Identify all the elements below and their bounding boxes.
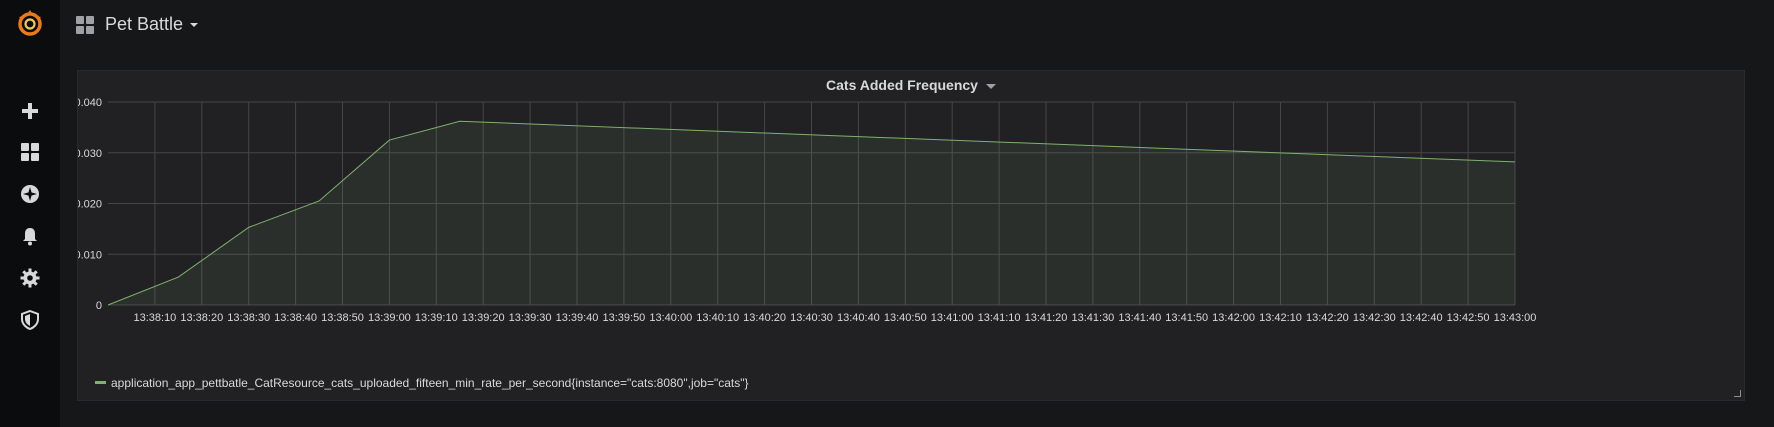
dashboards-grid-icon[interactable] xyxy=(15,137,45,167)
bell-icon[interactable] xyxy=(15,221,45,251)
series-area-fill xyxy=(108,121,1515,305)
x-tick-label: 13:39:10 xyxy=(415,312,458,324)
sidebar xyxy=(0,0,60,427)
x-tick-label: 13:38:20 xyxy=(180,312,223,324)
chevron-down-icon xyxy=(190,23,199,28)
x-tick-label: 13:40:50 xyxy=(884,312,927,324)
chevron-down-icon xyxy=(985,83,996,89)
legend-label: application_app_pettbatle_CatResource_ca… xyxy=(111,376,749,390)
y-tick-label: 0 xyxy=(96,300,102,312)
x-tick-label: 13:40:00 xyxy=(649,312,692,324)
y-tick-label: 0.040 xyxy=(78,97,102,109)
grafana-logo-icon[interactable] xyxy=(15,8,45,38)
graph-canvas: 0 0.010 0.020 0.030 0.040 13:38:10 13:38:20 13:… xyxy=(78,97,1537,324)
x-tick-label: 13:42:30 xyxy=(1353,312,1396,324)
x-tick-label: 13:41:00 xyxy=(931,312,974,324)
x-tick-label: 13:41:10 xyxy=(978,312,1021,324)
x-tick-label: 13:42:50 xyxy=(1447,312,1490,324)
x-tick-label: 13:38:40 xyxy=(274,312,317,324)
x-tick-label: 13:43:00 xyxy=(1494,312,1537,324)
x-tick-label: 13:39:40 xyxy=(556,312,599,324)
y-tick-label: 0.020 xyxy=(78,199,102,211)
y-tick-label: 0.010 xyxy=(78,249,102,261)
x-tick-label: 13:38:30 xyxy=(227,312,270,324)
x-tick-label: 13:40:10 xyxy=(696,312,739,324)
plus-icon[interactable] xyxy=(15,96,45,126)
x-tick-label: 13:42:10 xyxy=(1259,312,1302,324)
x-tick-label: 13:40:20 xyxy=(743,312,786,324)
legend-swatch xyxy=(95,381,106,385)
dashboard-navbar: Pet Battle xyxy=(60,0,1774,52)
legend-item[interactable]: application_app_pettbatle_CatResource_ca… xyxy=(95,376,749,390)
dashboard-title: Pet Battle xyxy=(105,14,184,34)
y-tick-label: 0.030 xyxy=(78,148,102,160)
x-tick-label: 13:41:20 xyxy=(1025,312,1068,324)
shield-icon[interactable] xyxy=(15,305,45,335)
x-tick-label: 13:40:30 xyxy=(790,312,833,324)
gear-icon[interactable] xyxy=(15,263,45,293)
compass-icon[interactable] xyxy=(15,179,45,209)
graph-panel: 0 0.010 0.020 0.030 0.040 13:38:10 13:38:20 13:… xyxy=(77,70,1745,401)
x-tick-label: 13:41:40 xyxy=(1118,312,1161,324)
x-tick-label: 13:39:00 xyxy=(368,312,411,324)
x-tick-label: 13:39:20 xyxy=(462,312,505,324)
x-tick-label: 13:41:50 xyxy=(1165,312,1208,324)
x-tick-label: 13:39:30 xyxy=(509,312,552,324)
panel-title: Cats Added Frequency xyxy=(826,77,978,93)
dashboard-title-picker[interactable]: Pet Battle xyxy=(105,14,199,35)
x-tick-label: 13:41:30 xyxy=(1071,312,1114,324)
panel-resize-handle[interactable] xyxy=(1734,390,1741,397)
x-tick-label: 13:42:20 xyxy=(1306,312,1349,324)
dashboard-grid-icon xyxy=(76,16,94,39)
panel-title-menu[interactable]: Cats Added Frequency xyxy=(78,77,1744,93)
x-tick-label: 13:38:50 xyxy=(321,312,364,324)
x-tick-label: 13:39:50 xyxy=(602,312,645,324)
x-tick-label: 13:42:00 xyxy=(1212,312,1255,324)
x-tick-label: 13:38:10 xyxy=(133,312,176,324)
x-tick-label: 13:42:40 xyxy=(1400,312,1443,324)
x-tick-label: 13:40:40 xyxy=(837,312,880,324)
